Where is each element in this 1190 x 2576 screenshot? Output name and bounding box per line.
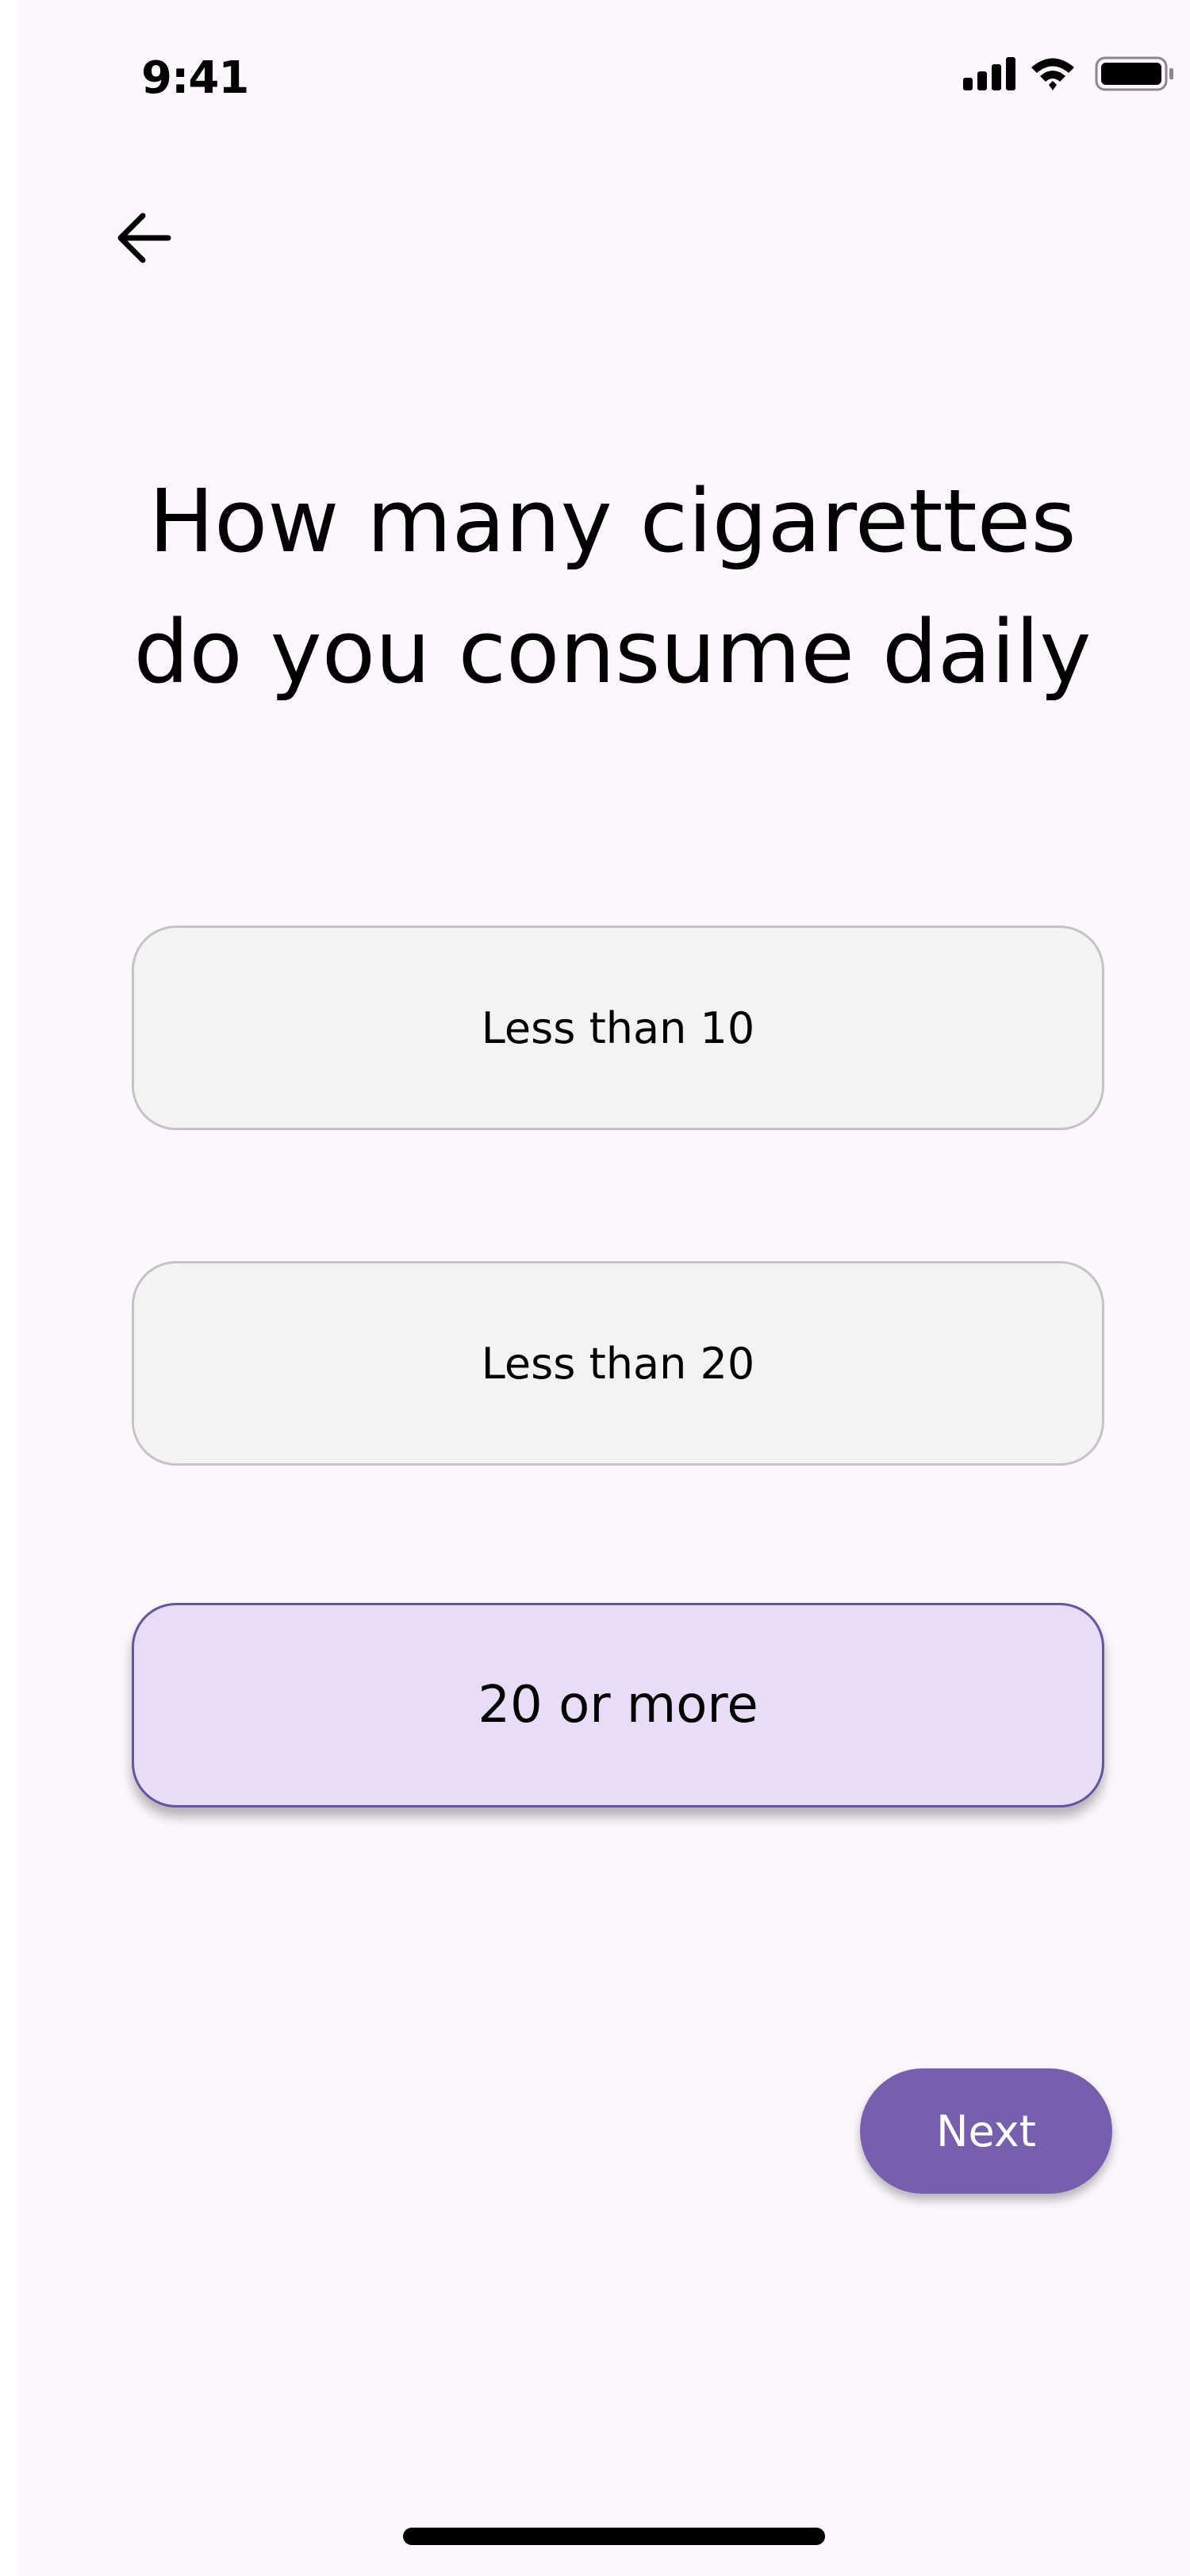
option-label: Less than 20	[481, 1338, 755, 1389]
home-indicator	[403, 2528, 825, 2545]
wifi-icon	[1031, 58, 1074, 90]
question-title: How many cigarettes do you consume daily	[97, 456, 1128, 718]
option-label: 20 or more	[478, 1676, 758, 1735]
back-button[interactable]	[113, 206, 184, 270]
arrow-left-icon	[117, 213, 171, 263]
option-less-than-10[interactable]: Less than 10	[132, 926, 1104, 1130]
option-less-than-20[interactable]: Less than 20	[132, 1261, 1104, 1466]
option-label: Less than 10	[481, 1002, 755, 1053]
screen: 9:41 How many cigarettes do you consume …	[17, 0, 1190, 2576]
question-line-1: How many cigarettes	[148, 470, 1077, 572]
cellular-signal-icon	[963, 57, 1015, 90]
option-20-or-more[interactable]: 20 or more	[132, 1603, 1104, 1807]
status-icons	[963, 56, 1173, 91]
next-button[interactable]: Next	[860, 2068, 1112, 2194]
battery-icon	[1095, 56, 1173, 91]
status-time: 9:41	[141, 52, 249, 104]
question-line-2: do you consume daily	[133, 601, 1092, 703]
